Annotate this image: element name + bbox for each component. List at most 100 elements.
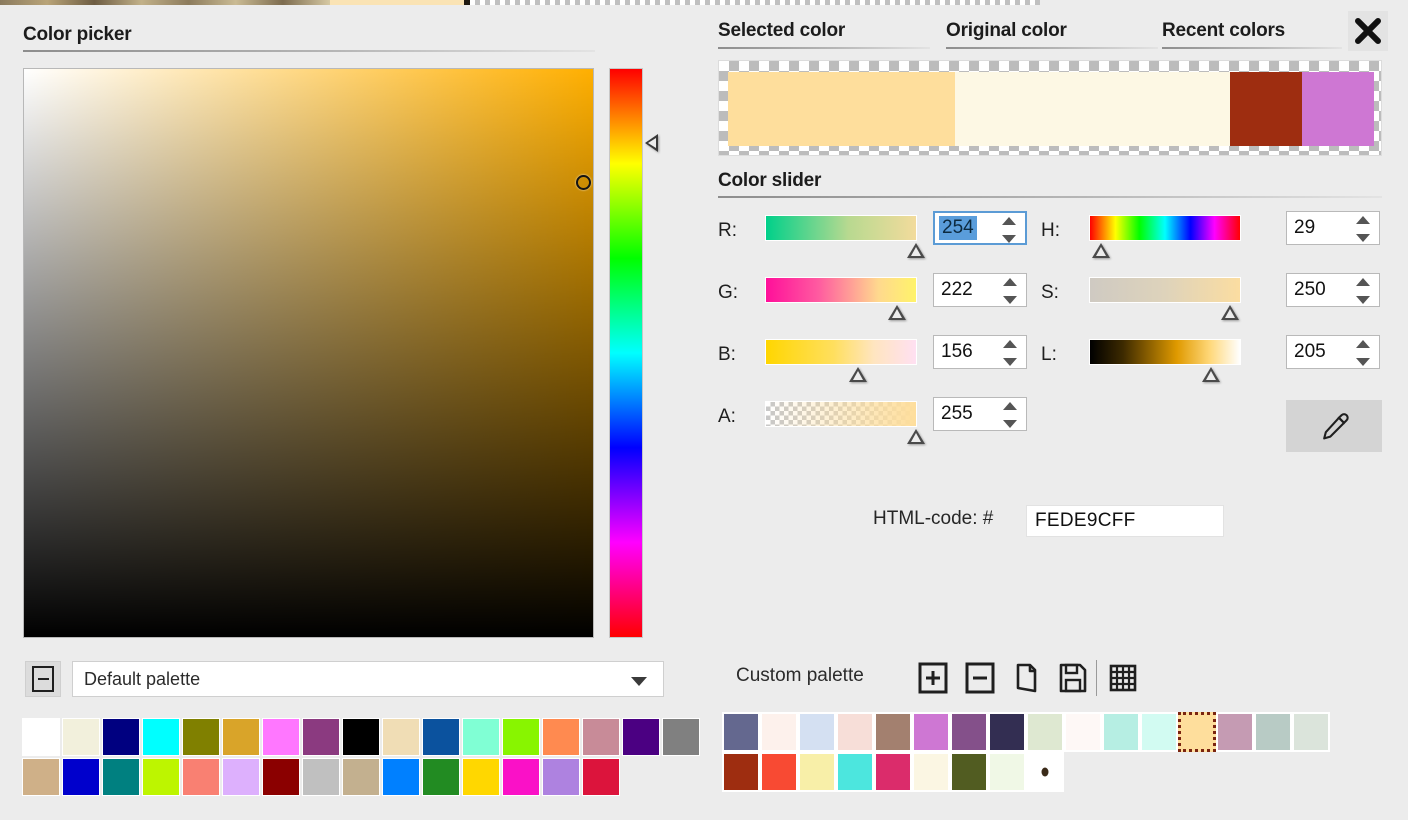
save-palette-button[interactable] bbox=[1056, 661, 1090, 695]
slider-track-b[interactable] bbox=[765, 339, 917, 365]
custom-swatch[interactable] bbox=[798, 712, 836, 752]
preview-selected-color[interactable] bbox=[728, 72, 955, 146]
custom-swatch[interactable] bbox=[988, 712, 1026, 752]
default-swatch[interactable] bbox=[342, 718, 380, 756]
spinner-b[interactable]: 156 bbox=[933, 335, 1027, 369]
default-swatch[interactable] bbox=[622, 718, 660, 756]
spinner-s[interactable]: 250 bbox=[1286, 273, 1380, 307]
custom-swatch[interactable] bbox=[1064, 712, 1102, 752]
default-swatch[interactable] bbox=[62, 758, 100, 796]
custom-swatch-selected[interactable] bbox=[1178, 712, 1216, 752]
collapse-palette-button[interactable] bbox=[25, 661, 61, 697]
spinner-arrows-l[interactable] bbox=[1356, 340, 1370, 366]
default-swatch[interactable] bbox=[222, 758, 260, 796]
palette-select-dropdown[interactable]: Default palette bbox=[72, 661, 664, 697]
spinner-down-icon[interactable] bbox=[1003, 420, 1017, 428]
custom-swatch[interactable] bbox=[760, 752, 798, 792]
default-swatch[interactable] bbox=[662, 718, 700, 756]
custom-swatch[interactable] bbox=[836, 712, 874, 752]
close-button[interactable] bbox=[1348, 11, 1388, 51]
default-swatch[interactable] bbox=[462, 718, 500, 756]
custom-swatch[interactable] bbox=[798, 752, 836, 792]
default-swatch[interactable] bbox=[502, 718, 540, 756]
color-preview-strip[interactable] bbox=[718, 60, 1382, 156]
slider-thumb-g[interactable] bbox=[888, 305, 906, 320]
slider-thumb-r[interactable] bbox=[907, 243, 925, 258]
default-swatch[interactable] bbox=[102, 718, 140, 756]
default-swatch[interactable] bbox=[582, 758, 620, 796]
spinner-l[interactable]: 205 bbox=[1286, 335, 1380, 369]
slider-track-h[interactable] bbox=[1089, 215, 1241, 241]
default-swatch[interactable] bbox=[182, 758, 220, 796]
custom-swatch[interactable] bbox=[874, 752, 912, 792]
default-swatch[interactable] bbox=[222, 718, 260, 756]
spinner-arrows-g[interactable] bbox=[1003, 278, 1017, 304]
default-swatch[interactable] bbox=[62, 718, 100, 756]
spinner-arrows-s[interactable] bbox=[1356, 278, 1370, 304]
spinner-down-icon[interactable] bbox=[1356, 296, 1370, 304]
custom-swatch[interactable] bbox=[912, 712, 950, 752]
spinner-arrows-h[interactable] bbox=[1356, 216, 1370, 242]
spinner-h[interactable]: 29 bbox=[1286, 211, 1380, 245]
spinner-up-icon[interactable] bbox=[1356, 216, 1370, 224]
saturation-value-gradient[interactable] bbox=[23, 68, 594, 638]
custom-swatch[interactable] bbox=[1292, 712, 1330, 752]
remove-color-button[interactable] bbox=[963, 661, 997, 695]
custom-swatch[interactable] bbox=[874, 712, 912, 752]
slider-track-g[interactable] bbox=[765, 277, 917, 303]
html-code-input[interactable]: FEDE9CFF bbox=[1026, 505, 1224, 537]
custom-swatch[interactable] bbox=[988, 752, 1026, 792]
default-swatch[interactable] bbox=[342, 758, 380, 796]
custom-swatch-empty-marker[interactable] bbox=[1026, 752, 1064, 792]
slider-thumb-h[interactable] bbox=[1092, 243, 1110, 258]
spinner-down-icon[interactable] bbox=[1356, 358, 1370, 366]
spinner-g[interactable]: 222 bbox=[933, 273, 1027, 307]
preview-recent-1[interactable] bbox=[1302, 72, 1374, 146]
spinner-down-icon[interactable] bbox=[1003, 358, 1017, 366]
preview-recent-0[interactable] bbox=[1230, 72, 1302, 146]
spinner-up-icon[interactable] bbox=[1002, 217, 1016, 225]
default-swatch[interactable] bbox=[382, 718, 420, 756]
custom-palette-grid[interactable] bbox=[722, 712, 1330, 792]
custom-swatch[interactable] bbox=[722, 752, 760, 792]
hue-slider-marker[interactable] bbox=[645, 134, 658, 152]
grid-view-button[interactable] bbox=[1106, 661, 1140, 695]
hue-slider-strip[interactable] bbox=[609, 68, 643, 638]
spinner-arrows-b[interactable] bbox=[1003, 340, 1017, 366]
spinner-down-icon[interactable] bbox=[1356, 234, 1370, 242]
custom-swatch[interactable] bbox=[1102, 712, 1140, 752]
preview-original-color[interactable] bbox=[955, 72, 1238, 146]
spinner-up-icon[interactable] bbox=[1356, 278, 1370, 286]
default-swatch[interactable] bbox=[502, 758, 540, 796]
default-swatch[interactable] bbox=[142, 758, 180, 796]
spinner-arrows-a[interactable] bbox=[1003, 402, 1017, 428]
spinner-down-icon[interactable] bbox=[1003, 296, 1017, 304]
slider-track-a[interactable] bbox=[765, 401, 917, 427]
slider-thumb-l[interactable] bbox=[1202, 367, 1220, 382]
spinner-a[interactable]: 255 bbox=[933, 397, 1027, 431]
default-swatch[interactable] bbox=[382, 758, 420, 796]
custom-swatch[interactable] bbox=[1140, 712, 1178, 752]
custom-swatch[interactable] bbox=[760, 712, 798, 752]
default-swatch[interactable] bbox=[22, 758, 60, 796]
custom-swatch[interactable] bbox=[836, 752, 874, 792]
default-swatch[interactable] bbox=[582, 718, 620, 756]
custom-swatch[interactable] bbox=[950, 752, 988, 792]
spinner-up-icon[interactable] bbox=[1356, 340, 1370, 348]
spinner-arrows-r[interactable] bbox=[1002, 217, 1016, 243]
slider-thumb-s[interactable] bbox=[1221, 305, 1239, 320]
custom-swatch[interactable] bbox=[1026, 712, 1064, 752]
slider-track-l[interactable] bbox=[1089, 339, 1241, 365]
default-swatch[interactable] bbox=[102, 758, 140, 796]
default-palette-grid[interactable] bbox=[22, 718, 700, 796]
custom-swatch[interactable] bbox=[1216, 712, 1254, 752]
custom-swatch[interactable] bbox=[950, 712, 988, 752]
sv-cursor-handle[interactable] bbox=[576, 175, 591, 190]
default-swatch[interactable] bbox=[142, 718, 180, 756]
default-swatch[interactable] bbox=[302, 718, 340, 756]
spinner-down-icon[interactable] bbox=[1002, 235, 1016, 243]
custom-swatch[interactable] bbox=[912, 752, 950, 792]
default-swatch[interactable] bbox=[542, 718, 580, 756]
spinner-up-icon[interactable] bbox=[1003, 340, 1017, 348]
default-swatch[interactable] bbox=[262, 758, 300, 796]
